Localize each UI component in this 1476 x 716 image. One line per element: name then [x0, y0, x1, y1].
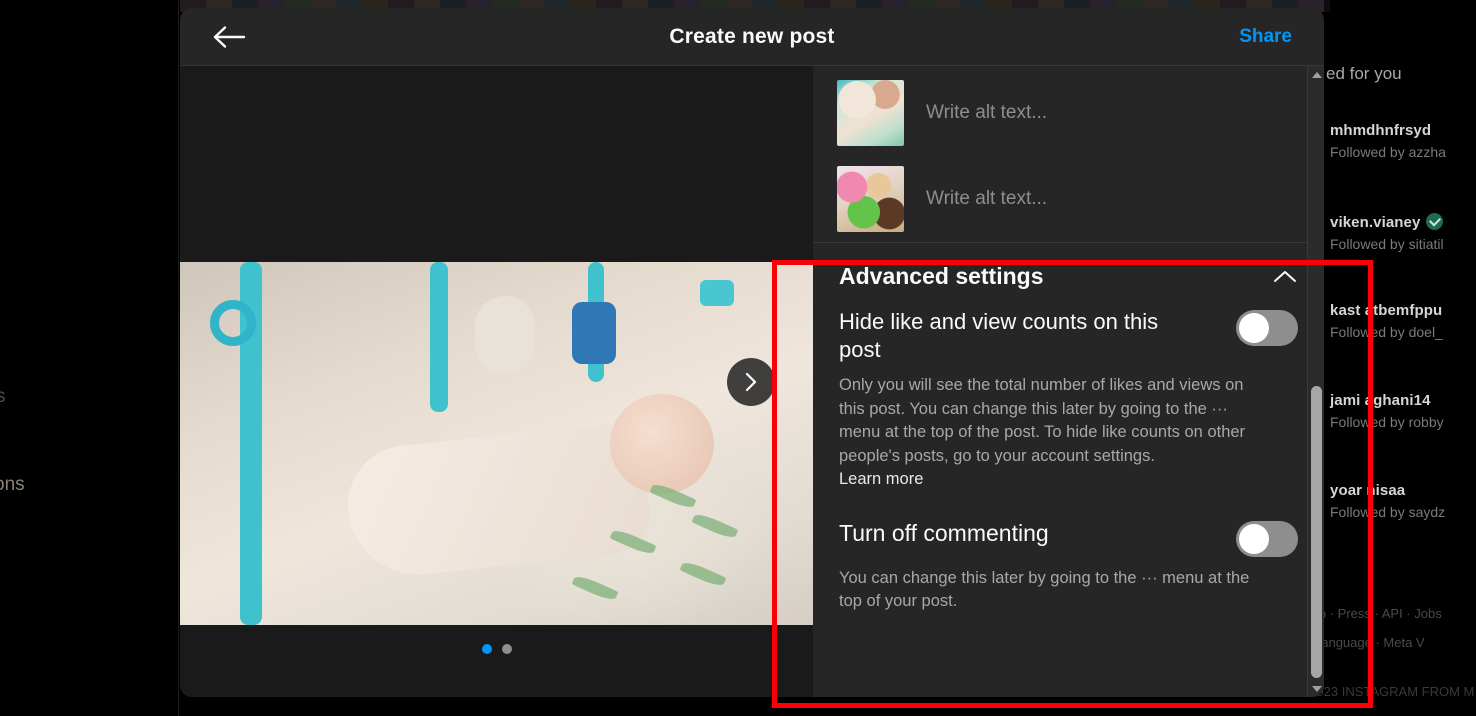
- suggestion-item[interactable]: jami aghani14 Followed by robby: [1330, 392, 1476, 430]
- hide-like-counts-setting: Hide like and view counts on this post O…: [839, 298, 1298, 489]
- carousel-dot-1[interactable]: [481, 644, 492, 654]
- toggle-knob: [1239, 524, 1269, 554]
- baby-playmat-thumbnail: [837, 80, 904, 146]
- sidebar-divider: [178, 0, 179, 716]
- turn-off-commenting-label: Turn off commenting: [839, 520, 1049, 546]
- next-image-button[interactable]: [727, 357, 775, 406]
- turn-off-commenting-setting: Turn off commenting You can change this …: [839, 489, 1298, 614]
- post-image-subject-head: [610, 394, 714, 494]
- alt-text-row: [813, 70, 1324, 156]
- suggestion-subtitle: Followed by sitiatil: [1330, 236, 1444, 252]
- advanced-settings-section: Advanced settings Hide like and view cou…: [813, 242, 1324, 614]
- playmat-toy-plush: [475, 296, 535, 374]
- suggestion-item[interactable]: yoar nisaa Followed by saydz: [1330, 482, 1476, 520]
- alt-text-input[interactable]: [926, 96, 1300, 130]
- hide-like-counts-toggle[interactable]: [1236, 310, 1298, 346]
- ice-cream-thumbnail: [837, 166, 904, 232]
- playmat-toy-square: [700, 280, 734, 306]
- suggestions-heading: ed for you: [1326, 64, 1402, 83]
- triangle-up: [1311, 71, 1322, 78]
- turn-off-commenting-toggle[interactable]: [1236, 521, 1298, 557]
- chevron-up-icon[interactable]: [1272, 269, 1298, 285]
- screen: s ons ed for you mhmdhnfrsyd Followed by…: [0, 0, 1476, 716]
- suggestion-username: kast atbemfppu: [1330, 302, 1443, 319]
- triangle-down: [1311, 685, 1322, 692]
- scroll-up-arrow-icon[interactable]: [1308, 66, 1324, 83]
- scrollbar-thumb[interactable]: [1311, 386, 1322, 678]
- media-preview-pane: [180, 66, 813, 697]
- page-title: Create new post: [669, 24, 835, 48]
- scroll-down-arrow-icon[interactable]: [1308, 680, 1324, 697]
- suggestion-subtitle: Followed by azzha: [1330, 144, 1446, 160]
- suggestion-subtitle: Followed by doel_: [1330, 324, 1443, 340]
- post-image: [180, 262, 813, 625]
- suggestion-username-text: viken.vianey: [1330, 214, 1421, 231]
- carousel-dot-2[interactable]: [501, 644, 512, 654]
- create-new-post-dialog: Create new post Share Write alt text... …: [180, 8, 1324, 697]
- playmat-toy-ring: [210, 300, 256, 346]
- playmat-arch-mid: [430, 262, 448, 412]
- alt-text-row: [813, 156, 1324, 242]
- chevron-right-icon: [745, 372, 757, 391]
- hide-like-counts-label: Hide like and view counts on this post: [839, 309, 1159, 363]
- dialog-body: Advanced settings Hide like and view cou…: [180, 66, 1324, 697]
- advanced-settings-toggle-header[interactable]: Advanced settings: [839, 263, 1298, 298]
- suggestion-subtitle: Followed by robby: [1330, 414, 1444, 430]
- footer-links-row-1[interactable]: lp · Press · API · Jobs: [1316, 606, 1476, 621]
- carousel-dots: [180, 644, 813, 654]
- verified-badge-icon: [1426, 213, 1444, 230]
- hide-like-counts-row: Hide like and view counts on this post: [839, 308, 1298, 364]
- alt-text-thumbnail[interactable]: [837, 80, 904, 146]
- suggestion-username: viken.vianey: [1330, 213, 1476, 231]
- share-button[interactable]: Share: [1239, 26, 1292, 48]
- arrow-left-icon: [213, 25, 246, 48]
- suggestion-username: yoar nisaa: [1330, 482, 1406, 499]
- suggestion-username: mhmdhnfrsyd: [1330, 122, 1432, 139]
- suggestion-item[interactable]: kast atbemfppu Followed by doel_: [1330, 302, 1476, 340]
- left-edge-fragment-2: ons: [0, 474, 25, 495]
- footer-links-row-2[interactable]: Language · Meta V: [1314, 635, 1476, 650]
- alt-text-list: [813, 66, 1324, 242]
- alt-text-input[interactable]: [926, 182, 1300, 216]
- hide-like-counts-description: Only you will see the total number of li…: [839, 376, 1246, 465]
- back-button[interactable]: [208, 20, 250, 54]
- advanced-settings-title: Advanced settings: [839, 263, 1044, 289]
- playmat-toy-block: [572, 302, 616, 364]
- toggle-knob: [1239, 313, 1269, 343]
- suggestion-item[interactable]: viken.vianey Followed by sitiatil: [1330, 213, 1476, 252]
- left-edge-fragment-1: s: [0, 386, 6, 407]
- suggestions-sidebar: ed for you mhmdhnfrsyd Followed by azzha…: [1296, 0, 1476, 716]
- turn-off-commenting-description: You can change this later by going to th…: [839, 569, 1250, 611]
- suggestion-subtitle: Followed by saydz: [1330, 504, 1446, 520]
- alt-text-thumbnail[interactable]: [837, 166, 904, 232]
- suggestion-username: jami aghani14: [1330, 392, 1431, 409]
- dialog-header: Create new post Share: [180, 8, 1324, 66]
- suggestion-item[interactable]: mhmdhnfrsyd Followed by azzha: [1330, 122, 1476, 160]
- turn-off-commenting-row: Turn off commenting: [839, 519, 1298, 557]
- learn-more-link[interactable]: Learn more: [839, 470, 1298, 489]
- settings-scrollbar[interactable]: [1307, 66, 1324, 697]
- post-settings-pane: Advanced settings Hide like and view cou…: [813, 66, 1324, 697]
